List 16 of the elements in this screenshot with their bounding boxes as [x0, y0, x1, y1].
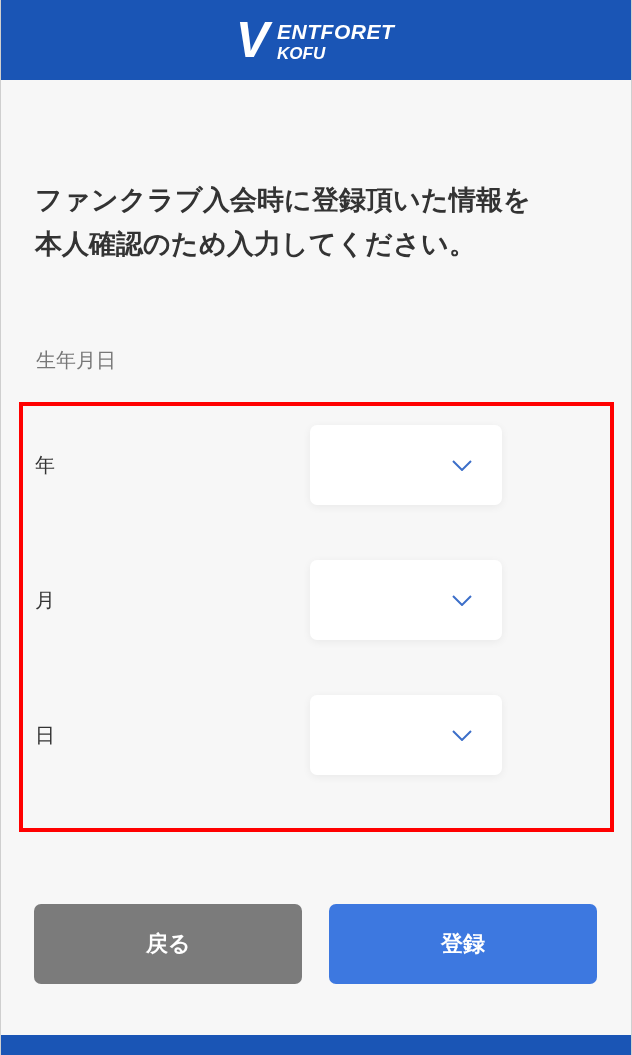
- select-field[interactable]: [310, 425, 502, 505]
- chevron-down-icon: [452, 729, 472, 741]
- select-field[interactable]: [310, 560, 502, 640]
- field-label: 年: [35, 451, 56, 479]
- birthdate-label: 生年月日: [36, 347, 116, 374]
- register-button[interactable]: 登録: [329, 904, 597, 984]
- select-field[interactable]: [310, 695, 502, 775]
- field-label: 日: [35, 721, 56, 749]
- chevron-down-icon: [452, 459, 472, 471]
- field-label: 月: [35, 586, 56, 614]
- logo-subtext: KOFU: [277, 44, 327, 64]
- back-button[interactable]: 戻る: [34, 904, 302, 984]
- instruction-heading: ファンクラブ入会時に登録頂いた情報を本人確認のため入力してください。: [35, 183, 532, 261]
- chevron-down-icon: [452, 594, 472, 606]
- logo-mark: V: [233, 14, 276, 66]
- logo-text: ENTFORET: [277, 20, 397, 44]
